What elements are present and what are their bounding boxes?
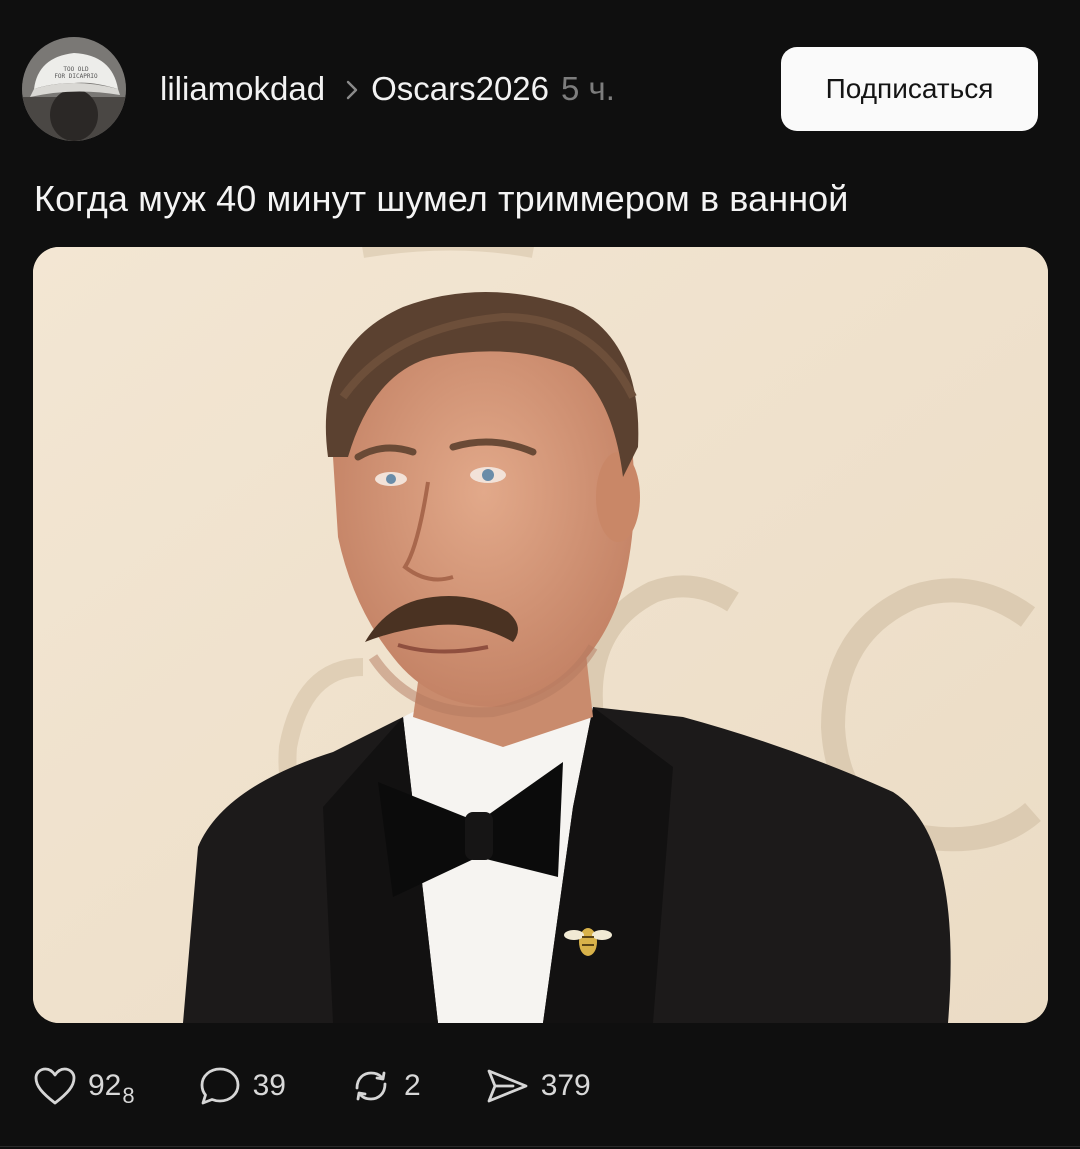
avatar[interactable]: TOO OLD FOR DICAPRIO bbox=[22, 37, 126, 141]
subscribe-button[interactable]: Подписаться bbox=[781, 47, 1038, 131]
heart-icon bbox=[32, 1065, 78, 1107]
repost-icon bbox=[348, 1064, 394, 1108]
avatar-cap-text: TOO OLD bbox=[63, 66, 89, 73]
thread-post: TOO OLD FOR DICAPRIO liliamokdad Oscars2… bbox=[0, 0, 1080, 1149]
post-actions: 92 8 39 2 379 bbox=[32, 1058, 653, 1114]
likes-count: 92 bbox=[88, 1069, 122, 1102]
comments-count: 39 bbox=[252, 1069, 286, 1102]
post-header: TOO OLD FOR DICAPRIO liliamokdad Oscars2… bbox=[22, 32, 1038, 146]
send-icon bbox=[483, 1064, 531, 1108]
like-button[interactable]: 92 8 bbox=[32, 1065, 135, 1108]
share-button[interactable]: 379 bbox=[483, 1064, 591, 1108]
shares-count: 379 bbox=[540, 1069, 591, 1102]
repost-button[interactable]: 2 bbox=[348, 1064, 421, 1108]
post-image[interactable] bbox=[33, 247, 1048, 1023]
post-caption: Когда муж 40 минут шумел триммером в ван… bbox=[34, 178, 849, 219]
divider bbox=[0, 1146, 1080, 1147]
comment-bubble-icon bbox=[197, 1064, 243, 1108]
post-meta: liliamokdad Oscars2026 5 ч. bbox=[160, 70, 615, 108]
likes-count-sub: 8 bbox=[122, 1083, 135, 1108]
author-username[interactable]: liliamokdad bbox=[160, 70, 325, 108]
chevron-right-icon bbox=[345, 76, 359, 107]
community-link[interactable]: Oscars2026 bbox=[371, 70, 549, 108]
comment-button[interactable]: 39 bbox=[197, 1064, 286, 1108]
post-time: 5 ч. bbox=[561, 70, 615, 107]
reposts-count: 2 bbox=[404, 1069, 421, 1102]
svg-text:FOR DICAPRIO: FOR DICAPRIO bbox=[54, 73, 98, 80]
